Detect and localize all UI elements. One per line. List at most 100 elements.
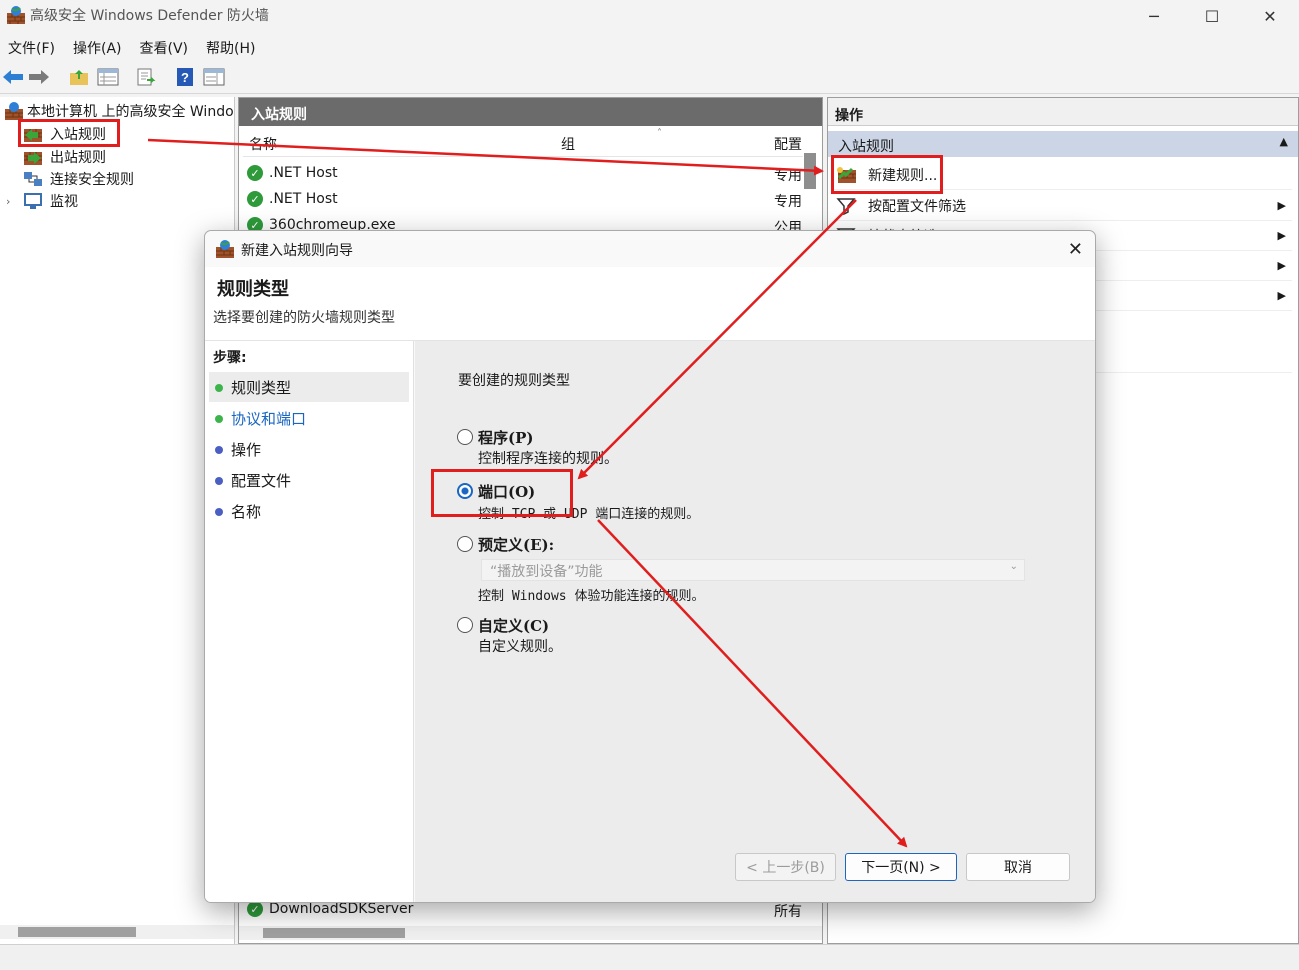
option-desc-predefined: 控制 Windows 体验功能连接的规则。: [478, 589, 705, 604]
minimize-button[interactable]: ─: [1125, 0, 1183, 32]
list-horizontal-scrollbar[interactable]: [239, 926, 822, 940]
radio-program[interactable]: [457, 429, 473, 445]
next-button[interactable]: 下一页(N) >: [845, 853, 957, 881]
tree-item-connection-security-rules[interactable]: 连接安全规则: [22, 168, 134, 190]
sort-ascending-icon: ˄: [657, 128, 662, 139]
dialog-close-icon[interactable]: ✕: [1068, 239, 1083, 260]
actions-section-header[interactable]: 入站规则 ▲: [828, 131, 1298, 157]
console-tree-pane: 本地计算机 上的高级安全 Windows Defender 防火墙 入站规则 出…: [0, 97, 235, 944]
step-label: 操作: [231, 440, 262, 459]
close-window-button[interactable]: ✕: [1241, 0, 1299, 32]
rule-type-prompt: 要创建的规则类型: [458, 373, 570, 389]
action-label: 按配置文件筛选: [868, 198, 966, 215]
cancel-button[interactable]: 取消: [966, 853, 1070, 881]
step-pending-dot-icon: [215, 508, 223, 516]
column-header-profile[interactable]: 配置: [774, 134, 802, 156]
menu-action[interactable]: 操作(A): [65, 32, 132, 61]
enabled-check-icon: ✓: [247, 191, 263, 207]
step-label: 配置文件: [231, 471, 292, 490]
table-row[interactable]: ✓ .NET Host: [247, 160, 338, 186]
tree-item-label: 监视: [50, 194, 78, 210]
monitoring-icon: [22, 192, 44, 210]
submenu-arrow-icon: ▶: [1277, 229, 1286, 242]
step-pending-dot-icon: [215, 477, 223, 485]
tree-item-monitoring[interactable]: 监视: [22, 190, 78, 212]
firewall-app-icon: [6, 5, 26, 25]
dialog-header: 规则类型 选择要创建的防火墙规则类型: [205, 267, 1095, 341]
step-complete-dot-icon: [215, 384, 223, 392]
tree-horizontal-scrollbar[interactable]: [0, 925, 234, 939]
radio-predefined[interactable]: [457, 536, 473, 552]
actions-section-label: 入站规则: [838, 139, 894, 155]
steps-title: 步骤:: [213, 350, 247, 366]
tree-root-label: 本地计算机 上的高级安全 Windows Defender 防火墙: [27, 104, 234, 120]
help-icon[interactable]: ?: [174, 66, 196, 88]
column-header-group[interactable]: 组: [561, 134, 575, 156]
back-arrow-icon[interactable]: [2, 66, 24, 88]
menu-bar: 文件(F) 操作(A) 查看(V) 帮助(H): [0, 32, 1299, 61]
rule-name: .NET Host: [269, 191, 338, 207]
step-rule-type[interactable]: 规则类型: [209, 372, 409, 402]
option-label-predefined[interactable]: 预定义(E):: [478, 534, 554, 555]
table-row[interactable]: ✓ .NET Host: [247, 186, 338, 212]
option-desc-program: 控制程序连接的规则。: [478, 451, 618, 467]
chevron-down-icon: ⌄: [1009, 561, 1018, 572]
tree-item-outbound-rules[interactable]: 出站规则: [22, 146, 106, 168]
show-hide-action-pane-icon[interactable]: [203, 66, 225, 88]
outbound-rules-icon: [22, 148, 44, 166]
menu-file[interactable]: 文件(F): [0, 32, 65, 61]
wizard-content: 要创建的规则类型 程序(P) 控制程序连接的规则。 端口(O) 控制 TCP 或…: [415, 341, 1095, 902]
step-protocol-ports[interactable]: 协议和端口: [209, 403, 409, 433]
step-profile[interactable]: 配置文件: [209, 465, 409, 495]
step-label: 名称: [231, 502, 262, 521]
step-action[interactable]: 操作: [209, 434, 409, 464]
page-subtitle: 选择要创建的防火墙规则类型: [213, 310, 395, 326]
filter-icon: [836, 197, 858, 215]
highlight-box-new-rule: [831, 155, 943, 194]
option-desc-custom: 自定义规则。: [478, 639, 562, 655]
actions-pane-header: 操作: [828, 98, 1298, 126]
show-hide-tree-icon[interactable]: [97, 66, 119, 88]
option-label-program[interactable]: 程序(P): [478, 427, 533, 448]
new-inbound-rule-wizard: 新建入站规则向导 ✕ 规则类型 选择要创建的防火墙规则类型 步骤: 规则类型 协…: [204, 230, 1096, 903]
title-bar: 高级安全 Windows Defender 防火墙 ─ ☐ ✕: [0, 0, 1299, 32]
status-bar: [0, 944, 1299, 970]
up-folder-icon[interactable]: [68, 66, 90, 88]
menu-help[interactable]: 帮助(H): [198, 32, 265, 61]
column-header-name[interactable]: 名称: [249, 134, 277, 156]
rule-profile: 专用: [774, 194, 802, 210]
dialog-title: 新建入站规则向导: [241, 243, 353, 259]
list-vertical-scrollbar-thumb[interactable]: [804, 153, 816, 189]
scrollbar-thumb[interactable]: [263, 928, 405, 938]
tree-item-label: 连接安全规则: [50, 172, 134, 188]
predefined-combo[interactable]: “播放到设备”功能 ⌄: [481, 559, 1025, 581]
enabled-check-icon: ✓: [247, 165, 263, 181]
maximize-button[interactable]: ☐: [1183, 0, 1241, 32]
rule-name: .NET Host: [269, 165, 338, 181]
list-pane-header: 入站规则: [239, 98, 822, 126]
rule-name: DownloadSDKServer: [269, 901, 414, 917]
radio-custom[interactable]: [457, 617, 473, 633]
highlight-box-port-option: [431, 469, 573, 517]
menu-view[interactable]: 查看(V): [132, 32, 199, 61]
highlight-box-inbound-rules: [18, 119, 120, 147]
step-label: 规则类型: [231, 378, 292, 397]
wizard-steps-pane: 步骤: 规则类型 协议和端口 操作 配置文件 名称: [205, 341, 414, 902]
collapse-up-icon[interactable]: ▲: [1280, 135, 1288, 148]
predefined-combo-value: “播放到设备”功能: [490, 564, 603, 580]
expand-chevron-icon[interactable]: ›: [6, 195, 10, 208]
back-button[interactable]: < 上一步(B): [735, 853, 836, 881]
enabled-check-icon: ✓: [247, 901, 263, 917]
action-filter-by-profile[interactable]: 按配置文件筛选 ▶: [834, 191, 1292, 221]
firewall-icon: [4, 101, 24, 121]
scrollbar-thumb[interactable]: [18, 927, 136, 937]
window-title: 高级安全 Windows Defender 防火墙: [30, 8, 269, 24]
forward-arrow-icon[interactable]: [28, 66, 50, 88]
option-label-custom[interactable]: 自定义(C): [478, 615, 549, 636]
step-name[interactable]: 名称: [209, 496, 409, 526]
page-title: 规则类型: [217, 279, 289, 300]
step-label: 协议和端口: [231, 409, 307, 428]
submenu-arrow-icon: ▶: [1277, 289, 1286, 302]
export-list-icon[interactable]: [135, 66, 157, 88]
svg-text:?: ?: [181, 70, 189, 85]
